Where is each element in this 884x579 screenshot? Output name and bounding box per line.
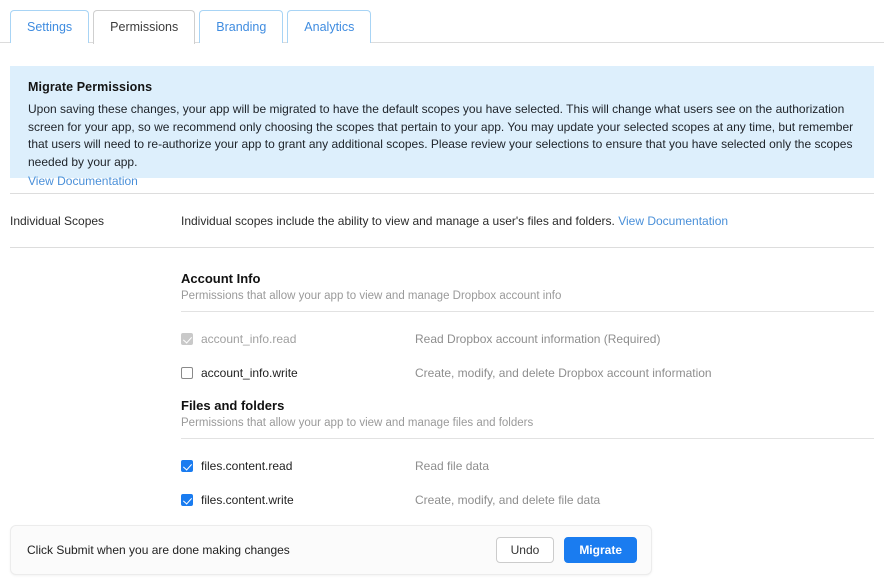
banner-view-documentation-link[interactable]: View Documentation [28, 174, 138, 188]
banner-body: Upon saving these changes, your app will… [28, 102, 854, 169]
tab-branding-label: Branding [216, 19, 267, 34]
permissions-page: Settings Permissions Branding Analytics … [0, 0, 884, 579]
divider-above-individual-scopes [10, 193, 874, 194]
tab-settings-label: Settings [27, 19, 73, 34]
tab-analytics-label: Analytics [304, 19, 355, 34]
scope-row-account-info-read[interactable]: account_info.read Read Dropbox account i… [181, 330, 874, 348]
individual-scopes-view-documentation-link[interactable]: View Documentation [618, 214, 728, 228]
scope-name-files-content-write: files.content.write [201, 493, 294, 507]
tab-permissions-label: Permissions [110, 20, 179, 35]
scope-row-files-content-write[interactable]: files.content.write Create, modify, and … [181, 491, 874, 509]
tab-bar: Settings Permissions Branding Analytics [0, 0, 884, 45]
tab-list: Settings Permissions Branding Analytics [10, 10, 372, 45]
banner-title: Migrate Permissions [28, 80, 153, 94]
divider-below-individual-scopes [10, 247, 874, 248]
tab-branding[interactable]: Branding [199, 10, 284, 43]
permission-group-files-and-folders: Files and folders Permissions that allow… [181, 398, 874, 509]
individual-scopes-description-wrapper: Individual scopes include the ability to… [181, 214, 728, 228]
scope-name-account-info-read: account_info.read [201, 332, 297, 346]
individual-scopes-label: Individual Scopes [10, 214, 105, 228]
permission-group-account-info: Account Info Permissions that allow your… [181, 271, 874, 382]
tab-permissions[interactable]: Permissions [93, 10, 196, 45]
scope-description-files-content-read: Read file data [415, 459, 490, 473]
checkbox-files-content-read[interactable] [181, 460, 193, 472]
group-divider-files-and-folders [181, 438, 874, 439]
scope-description-account-info-write: Create, modify, and delete Dropbox accou… [415, 366, 712, 380]
checkbox-account-info-read [181, 333, 193, 345]
scope-row-files-content-read[interactable]: files.content.read Read file data [181, 457, 874, 475]
scope-name-files-content-read: files.content.read [201, 459, 293, 473]
group-title-files-and-folders: Files and folders [181, 398, 285, 413]
group-divider-account-info [181, 311, 874, 312]
action-bar-message: Click Submit when you are done making ch… [27, 543, 290, 557]
group-subtitle-account-info: Permissions that allow your app to view … [181, 290, 562, 302]
tab-analytics[interactable]: Analytics [287, 10, 372, 43]
scope-row-account-info-write[interactable]: account_info.write Create, modify, and d… [181, 364, 874, 382]
checkbox-account-info-write[interactable] [181, 367, 193, 379]
migrate-button[interactable]: Migrate [564, 537, 637, 563]
group-title-account-info: Account Info [181, 271, 261, 286]
scope-description-account-info-read: Read Dropbox account information (Requir… [415, 332, 661, 346]
migrate-permissions-banner: Migrate Permissions Upon saving these ch… [10, 66, 874, 188]
tab-settings[interactable]: Settings [10, 10, 90, 43]
undo-button[interactable]: Undo [495, 537, 555, 563]
scope-name-account-info-write: account_info.write [201, 366, 298, 380]
scope-description-files-content-write: Create, modify, and delete file data [415, 493, 601, 507]
checkbox-files-content-write[interactable] [181, 494, 193, 506]
group-subtitle-files-and-folders: Permissions that allow your app to view … [181, 417, 534, 429]
individual-scopes-description: Individual scopes include the ability to… [181, 214, 615, 228]
action-bar: Click Submit when you are done making ch… [10, 525, 652, 575]
